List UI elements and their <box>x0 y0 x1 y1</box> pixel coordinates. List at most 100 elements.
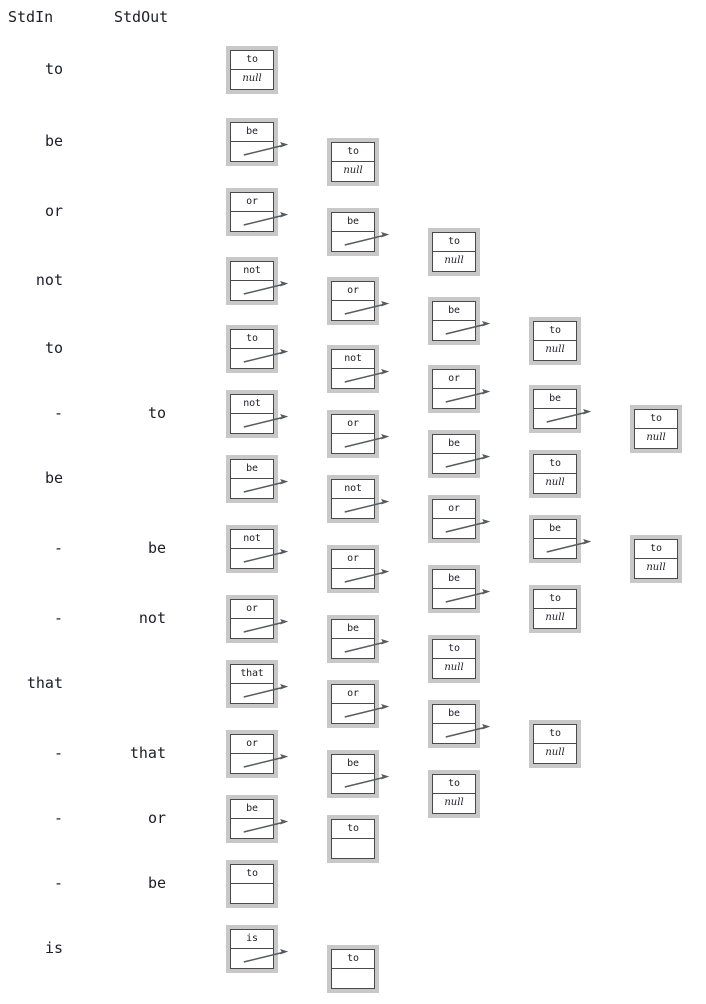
null-pointer-label: null <box>242 73 262 85</box>
list-node-item-cell: be <box>433 705 475 724</box>
list-node-item-cell: or <box>332 282 374 301</box>
stdin-value: to <box>44 339 63 357</box>
stdin-value: to <box>44 60 63 78</box>
list-node-next-cell <box>231 949 289 968</box>
list-node: not <box>226 257 289 305</box>
list-node-next-cell: null <box>433 252 475 271</box>
null-pointer-label: null <box>545 747 565 759</box>
list-node-next-cell: null <box>534 341 576 360</box>
list-node-next-cell <box>231 819 289 838</box>
list-node-item-cell: not <box>332 350 374 369</box>
list-node-item-cell: be <box>332 755 374 774</box>
null-pointer-label: null <box>444 662 464 674</box>
list-node-item-cell: to <box>332 950 374 969</box>
list-node-body: that <box>230 664 289 704</box>
list-node-body: or <box>331 684 390 724</box>
list-node-next-cell <box>332 969 374 988</box>
list-node-item-cell: be <box>433 570 475 589</box>
list-node: to null <box>529 585 581 633</box>
list-node-item-cell: to <box>231 51 273 70</box>
list-node-body: not <box>331 349 390 389</box>
list-node-item-text: or <box>347 688 359 699</box>
list-node-item-text: not <box>344 483 362 494</box>
list-node-item-text: or <box>347 285 359 296</box>
list-node: to null <box>428 635 480 683</box>
list-node-body: to null <box>432 232 476 272</box>
list-node-body: or <box>230 734 289 774</box>
stdin-value: be <box>44 132 63 150</box>
list-node-next-cell <box>433 724 491 743</box>
list-node-item-text: or <box>347 553 359 564</box>
list-node-item-cell: is <box>231 930 273 949</box>
list-node-item-cell: or <box>231 735 273 754</box>
list-node-item-cell: or <box>231 600 273 619</box>
list-node-body: to null <box>634 409 678 449</box>
list-node-item-cell: to <box>635 410 677 429</box>
list-node-item-cell: to <box>231 330 273 349</box>
list-node-next-cell <box>332 232 390 251</box>
list-node-item-cell: or <box>332 415 374 434</box>
list-node-next-cell <box>231 212 289 231</box>
list-node-body: be <box>533 389 592 429</box>
list-node-item-cell: be <box>433 435 475 454</box>
trace-row: to to null <box>0 46 706 94</box>
list-node: be <box>226 455 289 503</box>
stdin-value: - <box>53 404 63 422</box>
list-node-body: to <box>230 329 289 369</box>
list-node-next-cell <box>231 884 273 903</box>
list-node-next-cell: null <box>433 794 475 813</box>
list-node-item-cell: be <box>231 460 273 479</box>
list-node-item-text: not <box>243 265 261 276</box>
null-pointer-label: null <box>545 344 565 356</box>
list-node: to <box>226 860 278 908</box>
list-node-item-text: to <box>246 868 258 879</box>
list-node-item-cell: be <box>332 213 374 232</box>
list-node-item-text: be <box>549 393 561 404</box>
list-node-body: be <box>432 704 491 744</box>
list-node: not <box>327 475 390 523</box>
trace-row: - that or be to null <box>0 730 706 818</box>
list-node-body: to <box>331 949 375 989</box>
list-node: to null <box>226 46 278 94</box>
list-node-item-text: or <box>246 196 258 207</box>
list-node-body: be <box>230 459 289 499</box>
list-node-body: or <box>331 549 390 589</box>
list-node-next-cell: null <box>534 744 576 763</box>
list-node-body: or <box>432 499 491 539</box>
list-node-item-cell: to <box>534 455 576 474</box>
list-node-item-text: to <box>549 458 561 469</box>
list-node-item-text: be <box>246 126 258 137</box>
list-node: not <box>226 390 289 438</box>
stdin-value: be <box>44 469 63 487</box>
list-node-item-cell: to <box>433 640 475 659</box>
list-node-body: not <box>331 479 390 519</box>
trace-row: - not or be to null <box>0 595 706 683</box>
list-node-item-text: or <box>448 503 460 514</box>
null-pointer-label: null <box>343 165 363 177</box>
list-node-item-text: or <box>448 373 460 384</box>
list-node-next-cell: null <box>231 70 273 89</box>
list-node-body: be <box>331 212 390 252</box>
list-node-next-cell <box>332 639 390 658</box>
list-node: or <box>327 680 390 728</box>
list-node: be <box>327 750 390 798</box>
list-node-item-cell: not <box>231 530 273 549</box>
list-node-item-text: to <box>246 333 258 344</box>
trace-rows: to to null be be to null or or be to null not not or be… <box>0 0 706 1004</box>
list-node-item-text: to <box>448 236 460 247</box>
list-node-next-cell <box>231 549 289 568</box>
list-node-next-cell <box>332 839 374 858</box>
list-node-next-cell: null <box>635 559 677 578</box>
list-node-item-text: or <box>347 418 359 429</box>
list-node-next-cell <box>433 589 491 608</box>
list-node-item-cell: be <box>231 800 273 819</box>
list-node-body: be <box>432 569 491 609</box>
null-pointer-label: null <box>646 432 666 444</box>
list-node: or <box>226 730 289 778</box>
list-node-item-text: to <box>347 953 359 964</box>
list-node: to null <box>529 450 581 498</box>
list-node-body: or <box>432 369 491 409</box>
list-node-item-cell: be <box>534 520 576 539</box>
list-node-item-text: to <box>650 413 662 424</box>
list-node-next-cell <box>332 774 390 793</box>
